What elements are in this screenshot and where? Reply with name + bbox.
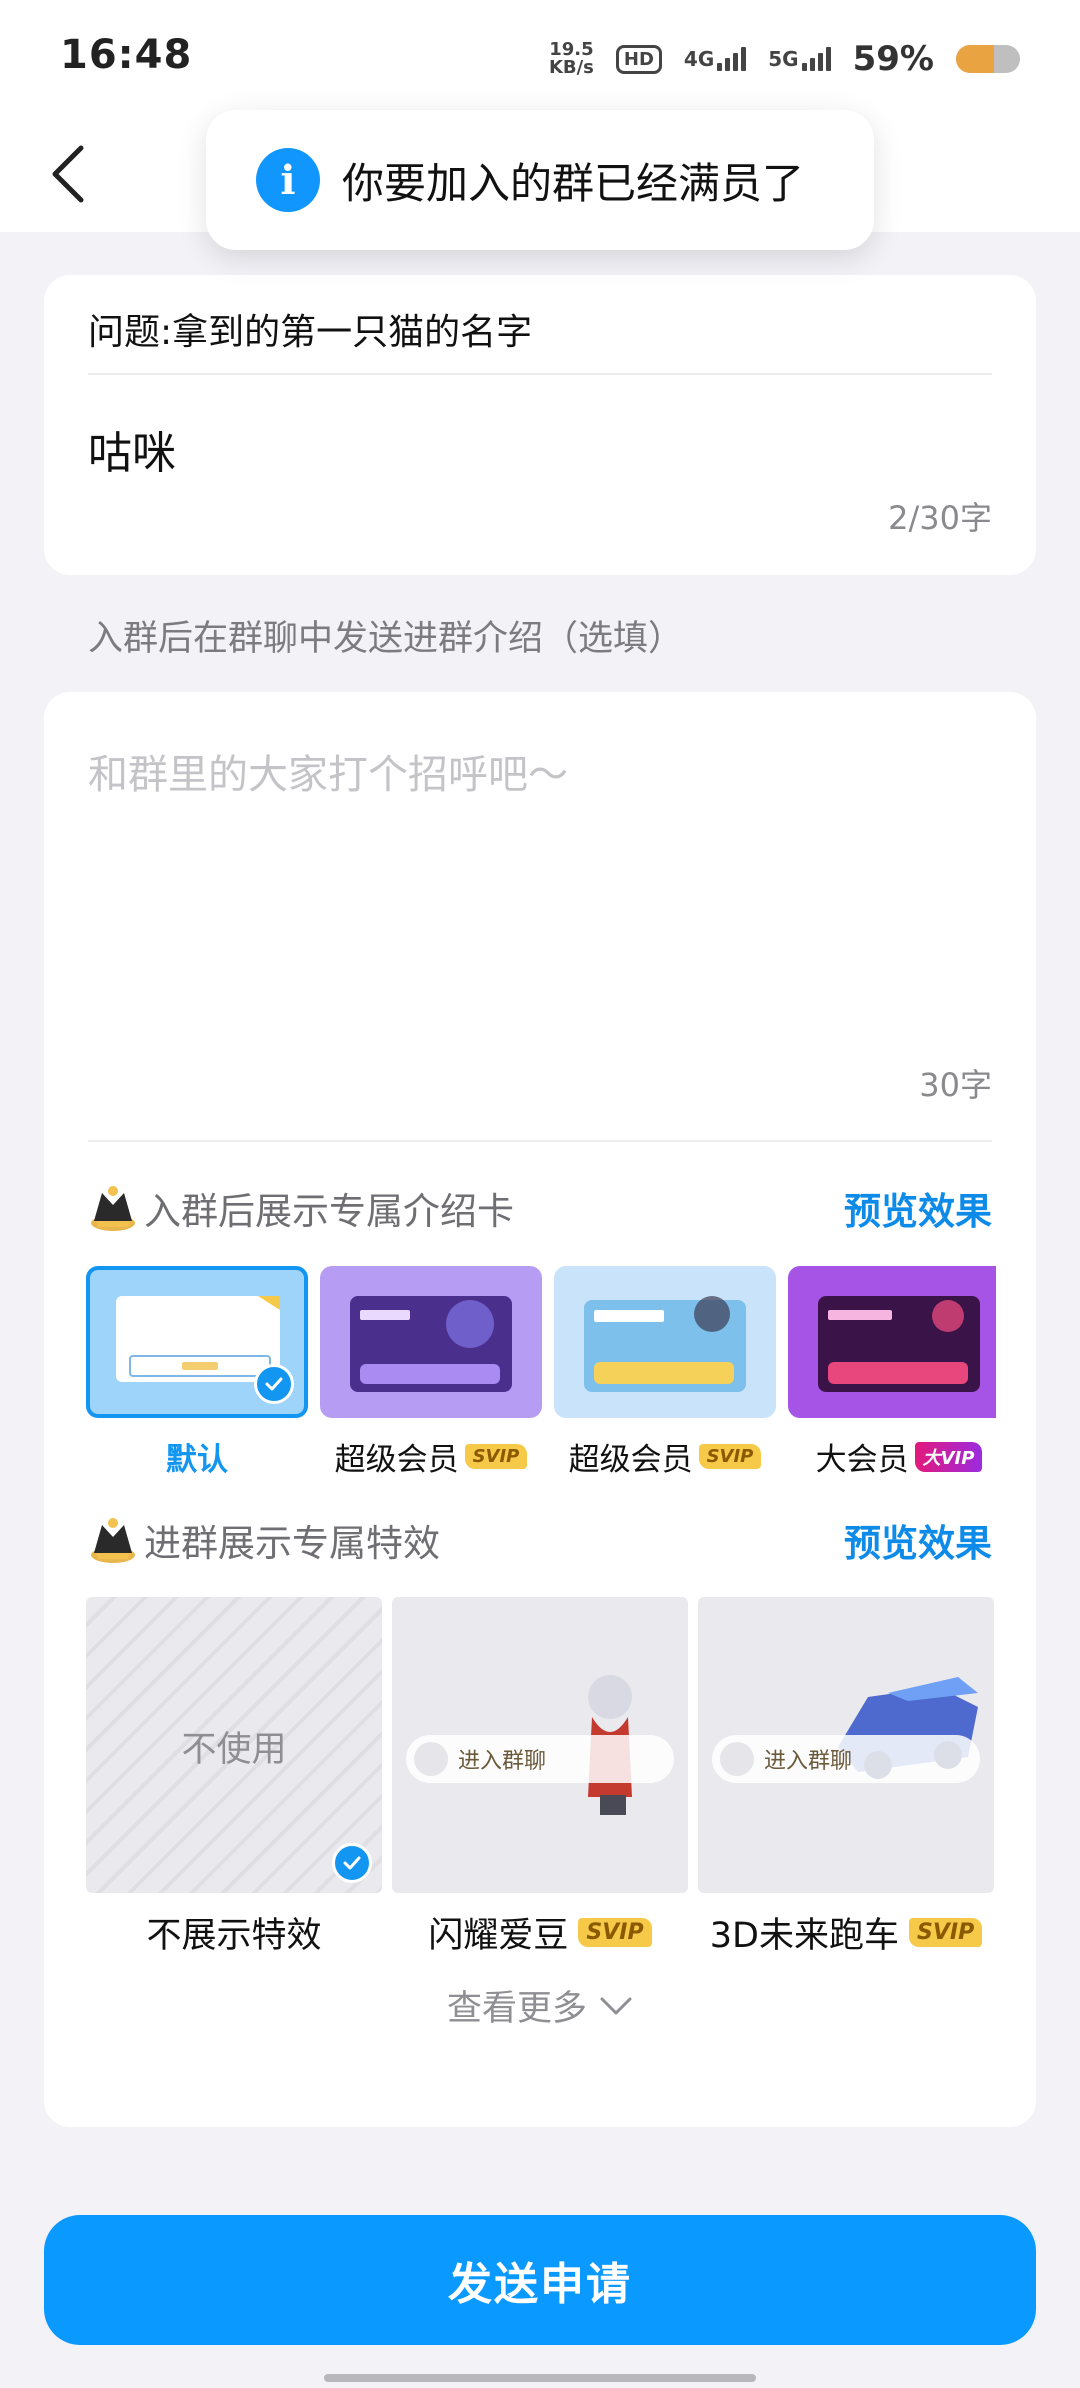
intro-card-option-svip-1[interactable] [320, 1266, 542, 1418]
status-bar: 16:48 19.5 KB/s HD 4G 5G 59% [0, 0, 1080, 116]
chevron-down-icon [600, 1997, 632, 2014]
intro-card-section-title: 入群后展示专属介绍卡 [144, 1190, 514, 1233]
intro-section-label: 入群后在群聊中发送进群介绍（选填） [88, 619, 684, 659]
effects-section-title: 进群展示专属特效 [144, 1522, 440, 1565]
effects-preview-link[interactable]: 预览效果 [844, 1513, 992, 1567]
svip-badge: SVIP [909, 1918, 983, 1947]
effect-label: 闪耀爱豆 SVIP [392, 1907, 688, 1958]
question-card: 问题:拿到的第一只猫的名字 咕咪 2/30字 [44, 275, 1036, 575]
intro-card-label: 大会员 大VIP [788, 1434, 996, 1476]
effect-preview-pill: 进入群聊 [406, 1735, 674, 1783]
toast-notification: i 你要加入的群已经满员了 [206, 110, 874, 250]
divider [88, 1140, 992, 1142]
intro-card: 和群里的大家打个招呼吧～ 30字 入群后展示专属介绍卡 预览效果 默认 超级会员… [44, 692, 1036, 2127]
answer-char-count: 2/30字 [888, 499, 992, 537]
battery-percent: 59% [852, 39, 934, 79]
bigvip-badge: 大VIP [914, 1441, 983, 1472]
intro-card-preview-link[interactable]: 预览效果 [844, 1181, 992, 1235]
question-title: 问题:拿到的第一只猫的名字 [88, 312, 533, 353]
effect-option-car[interactable]: 进入群聊 [698, 1597, 994, 1893]
effect-preview-pill: 进入群聊 [712, 1735, 980, 1783]
back-button[interactable] [32, 134, 102, 214]
crown-icon [91, 1186, 135, 1231]
battery-icon [956, 45, 1020, 73]
effects-section-header: 进群展示专属特效 预览效果 [88, 1510, 992, 1570]
effect-label: 不展示特效 [146, 1916, 322, 1956]
signal-5g-icon: 5G [768, 47, 831, 71]
view-more-button[interactable]: 查看更多 [44, 1980, 1036, 2031]
selected-check-icon [332, 1843, 372, 1883]
effect-label: 3D未来跑车 SVIP [698, 1907, 994, 1958]
status-indicators: 19.5 KB/s HD 4G 5G 59% [549, 36, 1020, 82]
intro-card-option-bigvip[interactable] [788, 1266, 996, 1418]
selected-check-icon [254, 1364, 294, 1404]
none-effect-text: 不使用 [181, 1730, 287, 1770]
svip-badge: SVIP [578, 1918, 652, 1947]
avatar [720, 1742, 754, 1776]
svip-card-preview [584, 1296, 746, 1392]
effect-option-none[interactable]: 不使用 [86, 1597, 382, 1893]
intro-card-option-svip-2[interactable] [554, 1266, 776, 1418]
bigvip-card-preview [818, 1296, 980, 1392]
answer-input[interactable]: 咕咪 [88, 417, 176, 481]
status-time: 16:48 [60, 32, 193, 78]
intro-card-label: 默认 [166, 1442, 228, 1476]
home-indicator[interactable] [324, 2374, 756, 2382]
hd-indicator: HD [615, 44, 662, 74]
effect-option-idol[interactable]: 进入群聊 [392, 1597, 688, 1893]
chevron-left-icon [52, 145, 84, 203]
intro-card-list: 默认 超级会员 SVIP 超级会员 SVIP 大会员 大VIP [86, 1266, 996, 1476]
toast-message: 你要加入的群已经满员了 [342, 158, 805, 208]
send-request-button[interactable]: 发送申请 [44, 2215, 1036, 2345]
intro-card-option-default[interactable] [86, 1266, 308, 1418]
divider [88, 373, 992, 375]
svip-badge: SVIP [464, 1444, 528, 1469]
avatar [414, 1742, 448, 1776]
crown-icon [91, 1518, 135, 1563]
network-speed: 19.5 KB/s [548, 39, 594, 78]
svip-badge: SVIP [698, 1444, 762, 1469]
intro-char-count: 30字 [919, 1066, 992, 1104]
intro-input[interactable]: 和群里的大家打个招呼吧～ [88, 742, 568, 800]
signal-4g-icon: 4G [684, 47, 747, 71]
info-icon: i [256, 148, 320, 212]
effects-list: 不使用 不展示特效 进入群聊 闪耀爱豆 SVIP 进入群聊 3D未来跑车 SVI… [86, 1597, 996, 1957]
intro-card-section-header: 入群后展示专属介绍卡 预览效果 [88, 1178, 992, 1238]
intro-card-label: 超级会员 SVIP [320, 1434, 542, 1476]
intro-card-label: 超级会员 SVIP [554, 1434, 776, 1476]
svip-card-preview [350, 1296, 512, 1392]
